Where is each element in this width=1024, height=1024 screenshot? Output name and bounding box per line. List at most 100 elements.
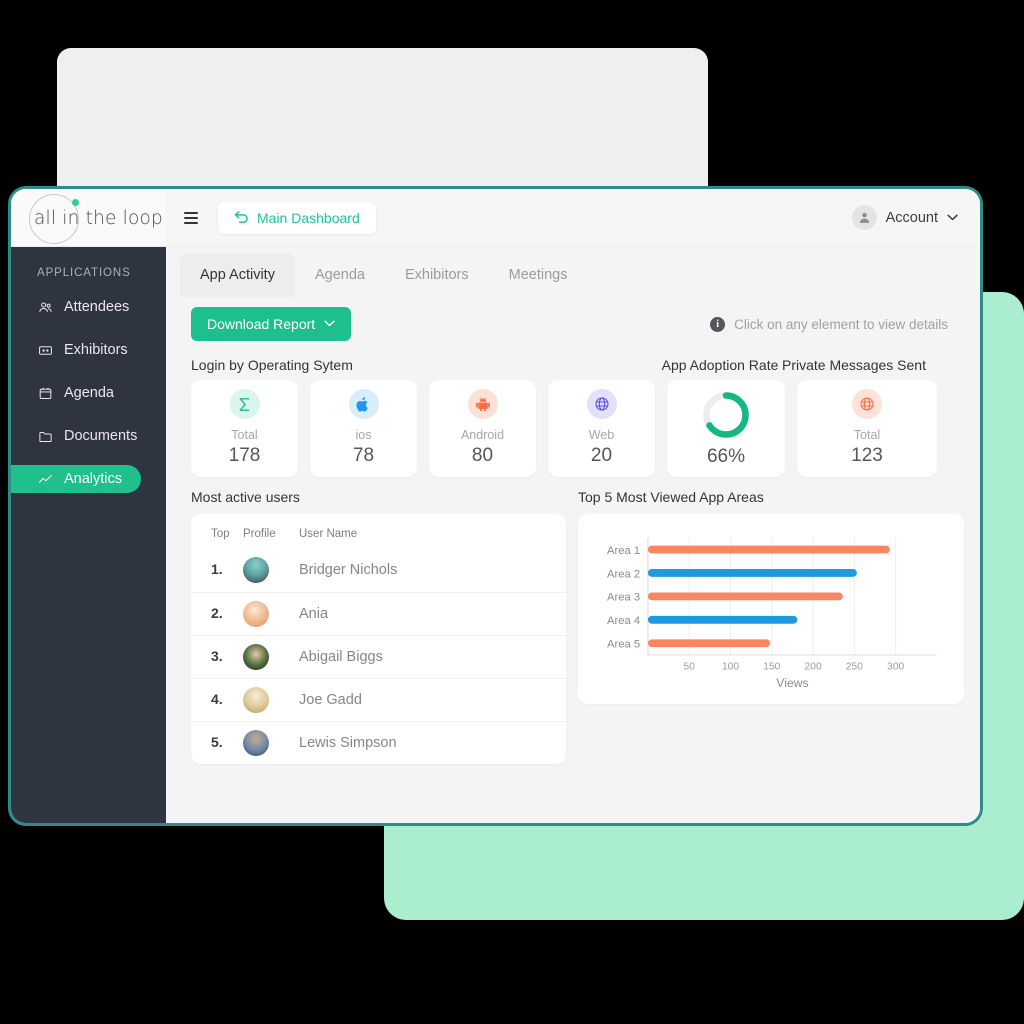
svg-text:150: 150 — [763, 662, 780, 673]
stats-headers: Login by Operating Sytem App Adoption Ra… — [166, 347, 980, 380]
sidebar-item-label: Attendees — [64, 299, 130, 315]
user-rank: 4. — [211, 690, 223, 707]
stat-card-total[interactable]: Total 178 — [191, 380, 298, 477]
adoption-percent-label: 66% — [706, 445, 746, 467]
stat-label: Android — [460, 428, 505, 443]
android-icon — [467, 389, 498, 420]
info-icon: i — [710, 316, 726, 332]
user-name: Abigail Biggs — [299, 648, 383, 665]
main-dashboard-label: Main Dashboard — [257, 209, 360, 226]
stat-value: 80 — [471, 444, 494, 466]
stat-card-android[interactable]: Android 80 — [429, 380, 536, 477]
svg-text:Area 2: Area 2 — [607, 568, 640, 580]
svg-text:Area 5: Area 5 — [607, 639, 640, 651]
svg-text:Area 4: Area 4 — [607, 615, 640, 627]
stat-label: Web — [588, 428, 615, 443]
table-row[interactable]: 1. Bridger Nichols — [191, 549, 566, 592]
panels-row: Most active users Top Profile User Name — [166, 477, 980, 764]
user-rank: 5. — [211, 733, 223, 750]
account-menu[interactable]: Account — [851, 205, 966, 230]
stat-card-adoption-rate[interactable]: 66% — [667, 380, 785, 477]
top-bar-main: Main Dashboard Account — [166, 189, 980, 246]
stats-row: Total 178 ios 78 Android 80 Web 20 66% T… — [166, 380, 980, 477]
chart-line-icon — [37, 471, 53, 487]
svg-text:Area 1: Area 1 — [607, 545, 640, 557]
back-arrow-icon — [234, 210, 249, 226]
decorative-gray-panel — [57, 48, 708, 193]
sidebar-item-analytics[interactable]: Analytics — [11, 465, 141, 493]
tab-label: Meetings — [508, 267, 568, 283]
chevron-down-icon — [324, 318, 335, 330]
svg-text:200: 200 — [805, 662, 822, 673]
users-col-username: User Name — [299, 528, 358, 540]
tab-label: Agenda — [314, 267, 365, 283]
stat-card-web[interactable]: Web 20 — [548, 380, 655, 477]
user-name: Joe Gadd — [299, 691, 362, 708]
table-row[interactable]: 5. Lewis Simpson — [191, 720, 566, 764]
tab-bar: App Activity Agenda Exhibitors Meetings — [166, 247, 980, 297]
globe-icon — [586, 389, 617, 420]
most-active-users-panel: Most active users Top Profile User Name — [191, 489, 566, 764]
brand-logo[interactable]: all in the loop — [11, 189, 166, 246]
globe-icon — [852, 389, 882, 420]
sidebar-section-label: APPLICATIONS — [37, 267, 131, 279]
svg-text:100: 100 — [722, 662, 739, 673]
hint-message: i Click on any element to view details — [710, 316, 964, 332]
areas-panel-title: Top 5 Most Viewed App Areas — [578, 489, 764, 505]
table-row[interactable]: 4. Joe Gadd — [191, 677, 566, 721]
stat-card-ios[interactable]: ios 78 — [310, 380, 417, 477]
svg-text:250: 250 — [846, 662, 863, 673]
tab-meetings[interactable]: Meetings — [489, 253, 588, 297]
users-col-profile: Profile — [243, 528, 276, 540]
svg-text:50: 50 — [684, 662, 696, 673]
folder-icon — [37, 428, 53, 444]
sidebar-item-label: Agenda — [64, 385, 114, 401]
sidebar-item-agenda[interactable]: Agenda — [11, 379, 166, 407]
sidebar-item-label: Documents — [64, 428, 138, 444]
user-avatar — [243, 686, 269, 713]
top-areas-panel: Top 5 Most Viewed App Areas Area 1 Area 2… — [578, 489, 964, 764]
svg-text:300: 300 — [887, 662, 904, 673]
horizontal-bar-chart[interactable]: Area 1 Area 2 Area 3 Area 4 Area 5 50 100 150 20… — [592, 528, 948, 694]
main-dashboard-button[interactable]: Main Dashboard — [218, 201, 376, 234]
content-toolbar: Download Report i Click on any element t… — [166, 297, 980, 347]
sidebar-item-documents[interactable]: Documents — [11, 422, 166, 450]
download-report-button[interactable]: Download Report — [191, 307, 352, 341]
sidebar-item-attendees[interactable]: Attendees — [11, 293, 166, 321]
download-report-label: Download Report — [207, 316, 316, 332]
tab-app-activity[interactable]: App Activity — [180, 253, 295, 297]
user-avatar — [243, 600, 269, 627]
hint-text: Click on any element to view details — [734, 316, 948, 332]
sidebar-item-exhibitors[interactable]: Exhibitors — [11, 336, 166, 364]
users-table-header-row: Top Profile User Name — [191, 514, 566, 549]
stat-value: 178 — [228, 444, 261, 466]
user-avatar — [243, 643, 269, 670]
top-bar: all in the loop Main Dashboard Account — [11, 189, 980, 247]
people-icon — [37, 299, 53, 315]
areas-chart-card: Area 1 Area 2 Area 3 Area 4 Area 5 50 100 150 20… — [578, 514, 964, 704]
os-section-title: Login by Operating Sytem — [191, 357, 353, 373]
ticket-icon — [37, 342, 53, 358]
hamburger-icon[interactable] — [184, 211, 198, 224]
logo-dot-icon — [72, 198, 79, 206]
user-avatar — [243, 729, 269, 756]
table-row[interactable]: 3. Abigail Biggs — [191, 634, 566, 678]
account-label: Account — [885, 209, 938, 226]
main-content: App Activity Agenda Exhibitors Meetings … — [166, 247, 980, 823]
table-row[interactable]: 2. Ania — [191, 591, 566, 635]
user-rank: 2. — [211, 604, 223, 621]
user-rank: 1. — [211, 561, 223, 578]
stat-value: 20 — [590, 444, 613, 466]
stat-label: Total — [853, 428, 881, 443]
tab-agenda[interactable]: Agenda — [295, 253, 385, 297]
user-name: Lewis Simpson — [299, 734, 397, 751]
tab-label: App Activity — [200, 267, 275, 283]
tab-exhibitors[interactable]: Exhibitors — [385, 253, 489, 297]
stat-card-private-messages[interactable]: Total 123 — [797, 380, 937, 477]
apple-icon — [348, 389, 379, 420]
users-col-top: Top — [211, 528, 230, 540]
tab-label: Exhibitors — [404, 267, 469, 283]
app-window: all in the loop Main Dashboard Account A… — [8, 186, 983, 826]
sigma-icon — [229, 389, 260, 420]
adoption-donut-chart — [700, 389, 752, 441]
